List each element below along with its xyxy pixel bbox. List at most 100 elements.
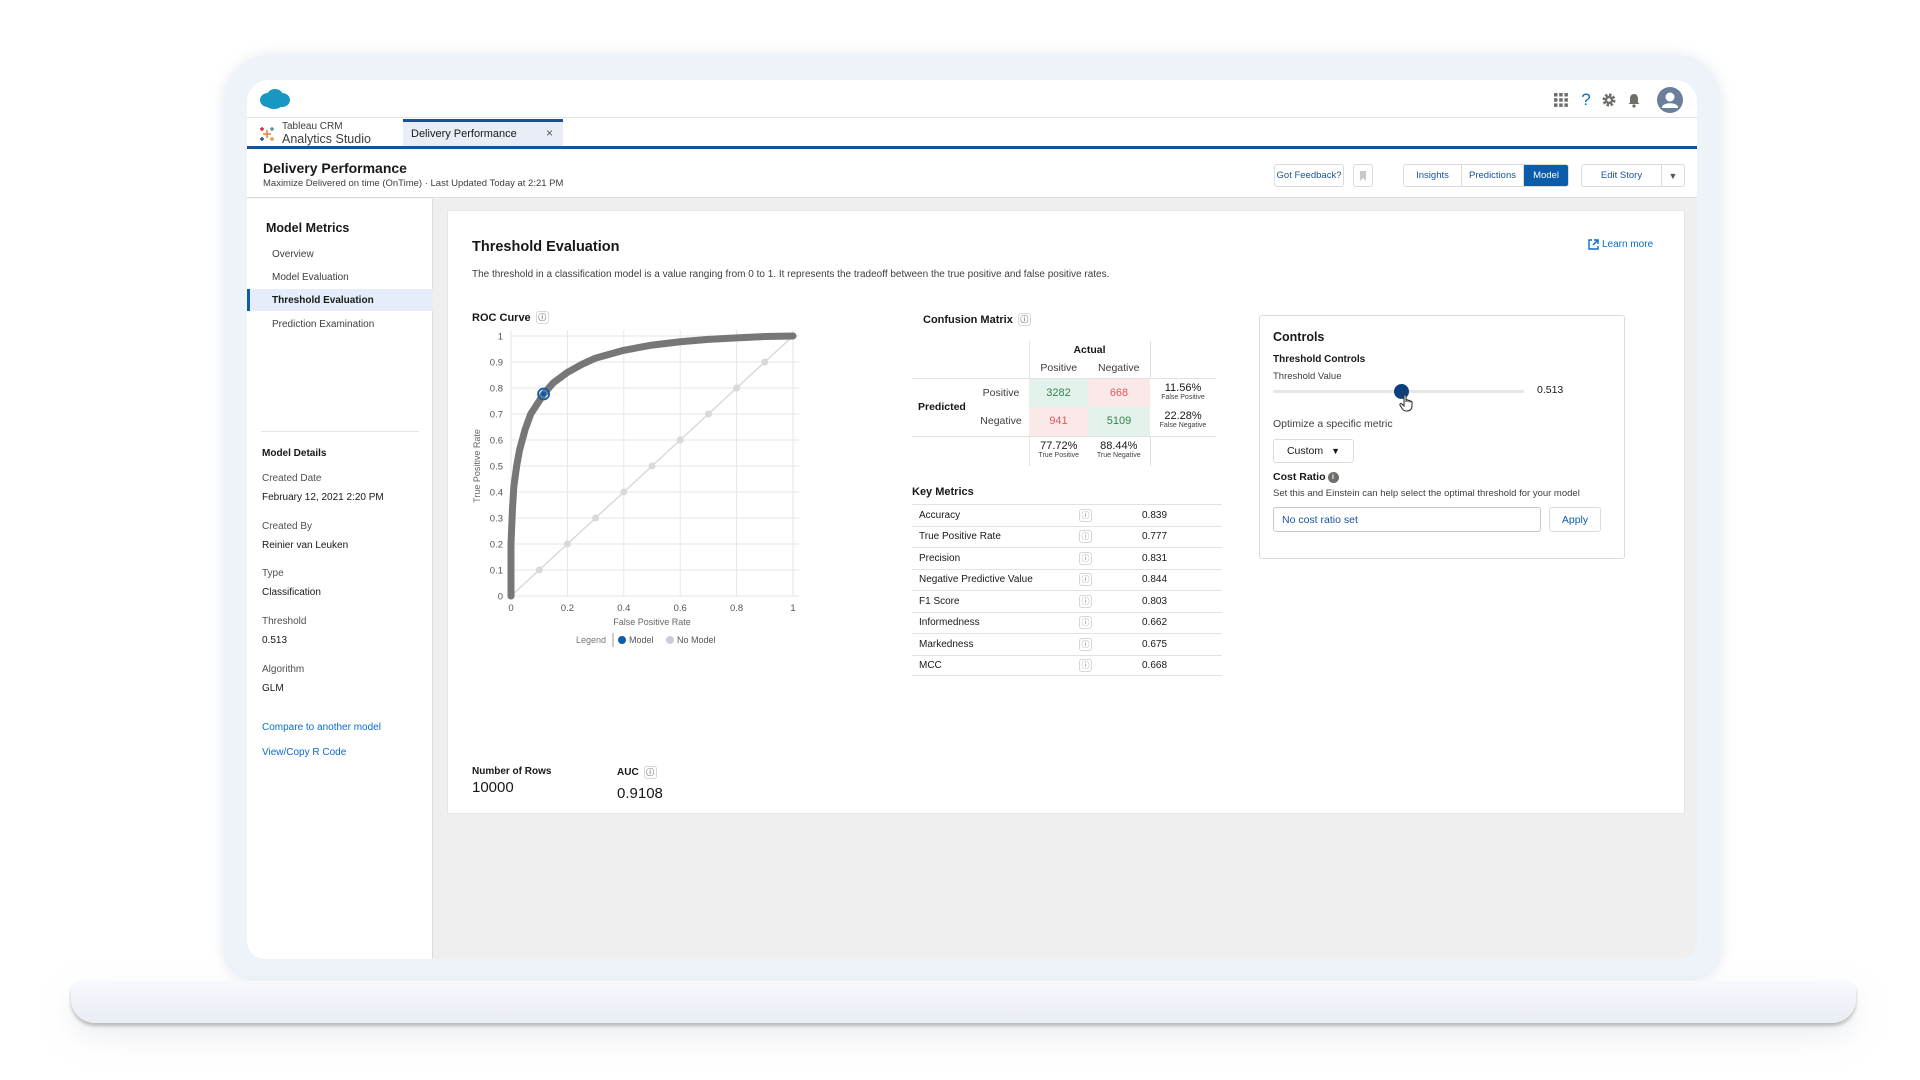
insights-button[interactable]: Insights [1404, 165, 1462, 186]
y-tick-label: 0.6 [490, 436, 503, 447]
info-icon[interactable]: ⓘ [1079, 530, 1092, 544]
legend-no-model-label: No Model [677, 635, 716, 645]
predicted-label: Predicted [918, 401, 966, 413]
optimize-metric-label: Optimize a specific metric [1273, 418, 1393, 430]
x-tick-label: 0.6 [674, 603, 687, 614]
legend-model-label: Model [629, 635, 654, 645]
metric-row: F1 Score ⓘ 0.803 [912, 590, 1222, 612]
type-value: Classification [262, 587, 321, 598]
info-icon[interactable]: ⓘ [1017, 313, 1031, 326]
info-icon[interactable]: ⓘ [1079, 594, 1092, 608]
app-name[interactable]: Tableau CRM Analytics Studio [259, 121, 371, 147]
threshold-controls-title: Threshold Controls [1273, 354, 1366, 365]
info-icon[interactable]: ⓘ [1079, 637, 1092, 651]
metric-value: 0.844 [1142, 574, 1168, 586]
no-model-point [620, 488, 628, 496]
no-model-point [676, 436, 684, 444]
algorithm-value: GLM [262, 683, 284, 694]
col-header-negative: Negative [1098, 362, 1140, 375]
app-name-line1: Tableau CRM [282, 121, 343, 132]
compare-model-link[interactable]: Compare to another model [262, 722, 381, 733]
help-icon[interactable]: ? [1577, 90, 1595, 109]
info-icon[interactable]: ⓘ [1079, 573, 1092, 587]
y-tick-label: 0.8 [490, 384, 503, 395]
model-button[interactable]: Model [1524, 165, 1568, 186]
cost-ratio-input[interactable]: No cost ratio set [1273, 507, 1541, 532]
metric-row: Markedness ⓘ 0.675 [912, 633, 1222, 655]
optimize-metric-select[interactable]: Custom ▼ [1273, 439, 1354, 463]
metric-value: 0.831 [1142, 552, 1168, 564]
y-tick-label: 0.7 [490, 410, 503, 421]
created-by-label: Created By [262, 521, 313, 532]
threshold-point [541, 391, 547, 397]
controls-title: Controls [1273, 330, 1325, 344]
false-negative-rate-value: 22.28% [1164, 410, 1202, 423]
view-switcher: Insights Predictions Model [1403, 164, 1569, 187]
tab-delivery-performance[interactable]: Delivery Performance × [403, 119, 563, 146]
view-r-code-link[interactable]: View/Copy R Code [262, 747, 346, 758]
key-metrics-title: Key Metrics [912, 486, 974, 498]
predictions-button[interactable]: Predictions [1462, 165, 1524, 186]
no-model-point [563, 540, 571, 548]
metric-name: F1 Score [919, 595, 960, 607]
learn-more-label: Learn more [1602, 239, 1654, 250]
sidebar-item-overview[interactable]: Overview [247, 243, 433, 265]
info-icon[interactable]: ⓘ [1079, 551, 1092, 565]
legend-model-swatch [618, 636, 626, 644]
info-icon[interactable]: i [1327, 471, 1339, 483]
false-negative-rate: 22.28% False Negative [1150, 407, 1216, 436]
metric-value: 0.803 [1142, 595, 1168, 607]
metric-value: 0.777 [1142, 531, 1168, 543]
info-icon[interactable]: ⓘ [643, 766, 657, 779]
y-tick-label: 0 [498, 592, 503, 603]
sidebar-item-threshold-evaluation[interactable]: Threshold Evaluation [247, 289, 433, 311]
tab-bar: Tableau CRM Analytics Studio Delivery Pe… [247, 119, 1697, 149]
page-subtitle: Maximize Delivered on time (OnTime) · La… [263, 178, 564, 189]
row-header-negative: Negative [980, 415, 1022, 428]
close-tab-icon[interactable]: × [546, 126, 553, 140]
no-model-point [648, 462, 656, 470]
hand-cursor-icon [1399, 394, 1413, 412]
got-feedback-button[interactable]: Got Feedback? [1274, 164, 1344, 187]
y-tick-label: 0.4 [490, 488, 503, 499]
info-icon[interactable]: ⓘ [1079, 616, 1092, 630]
sidebar-item-prediction-examination[interactable]: Prediction Examination [247, 313, 433, 335]
cost-ratio-label: Cost Ratio [1273, 471, 1326, 483]
row-header-positive: Positive [982, 386, 1020, 399]
optimize-metric-value: Custom [1286, 445, 1324, 457]
apply-button[interactable]: Apply [1549, 507, 1601, 532]
info-icon[interactable]: ⓘ [1079, 508, 1092, 522]
learn-more-link[interactable]: Learn more [1588, 239, 1653, 250]
auc-value: 0.9108 [617, 785, 663, 802]
created-by-value: Reinier van Leuken [262, 540, 349, 551]
false-positive-rate: 11.56% False Positive [1150, 378, 1216, 407]
y-tick-label: 0.9 [490, 358, 503, 369]
setup-gear-icon[interactable] [1600, 91, 1618, 109]
x-tick-label: 0.2 [561, 603, 574, 614]
true-positive-rate-value: 77.72% [1040, 440, 1078, 453]
info-icon[interactable]: ⓘ [1079, 658, 1092, 672]
notification-bell-icon[interactable] [1625, 91, 1643, 109]
edit-story-menu-button[interactable]: ▼ [1661, 164, 1685, 187]
edit-story-button[interactable]: Edit Story [1581, 164, 1662, 187]
content-area: Model Metrics Overview Model Evaluation … [247, 199, 1697, 959]
x-tick-label: 0.4 [617, 603, 630, 614]
y-tick-label: 0.3 [490, 514, 503, 525]
col-header-positive: Positive [1028, 359, 1088, 378]
metric-row: Informedness ⓘ 0.662 [912, 611, 1222, 634]
user-avatar[interactable] [1657, 87, 1683, 113]
salesforce-logo[interactable] [259, 88, 291, 110]
false-negative-cell: 941 [1029, 407, 1088, 436]
created-date-value: February 12, 2021 2:20 PM [262, 492, 384, 503]
metric-value: 0.662 [1142, 617, 1168, 629]
y-tick-label: 1 [498, 332, 503, 343]
app-launcher-icon[interactable] [1552, 91, 1570, 109]
false-negative-rate-label: False Negative [1159, 422, 1207, 430]
laptop-base [71, 981, 1856, 1023]
threshold-slider-value: 0.513 [1537, 384, 1564, 396]
bookmark-button[interactable] [1353, 164, 1373, 187]
section-title: Threshold Evaluation [472, 239, 620, 255]
sidebar-item-model-evaluation[interactable]: Model Evaluation [247, 266, 433, 288]
rows-value: 10000 [472, 779, 514, 796]
metric-value: 0.839 [1142, 509, 1168, 521]
